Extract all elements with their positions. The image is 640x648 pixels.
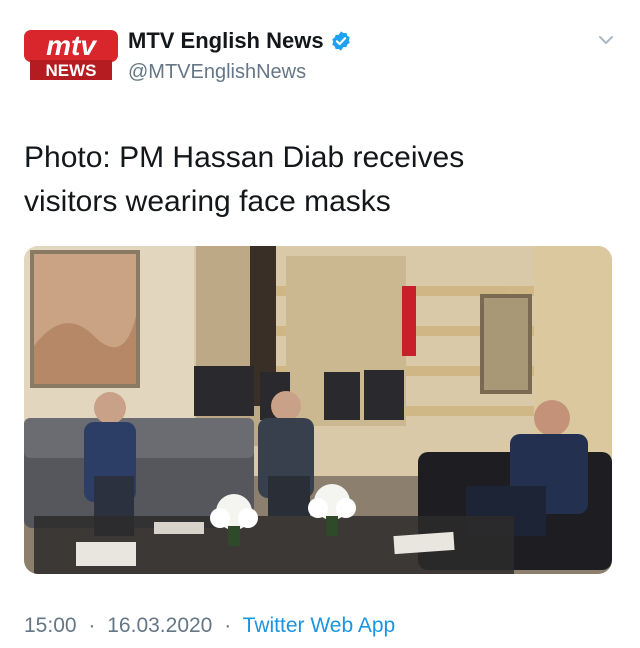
account-avatar[interactable]: mtv NEWS [24, 24, 118, 84]
tweet-meta: 15:00 · 16.03.2020 · Twitter Web App [24, 614, 395, 638]
mtv-news-logo: mtv NEWS [24, 30, 118, 80]
account-handle[interactable]: @MTVEnglishNews [128, 60, 352, 84]
tweet-text-line: visitors wearing face masks [24, 185, 391, 218]
verified-badge-icon [331, 31, 350, 51]
account-display-name[interactable]: MTV English News [128, 28, 324, 54]
tweet-text: Photo: PM Hassan Diab receives visitors … [24, 136, 616, 224]
meta-separator: · [88, 614, 96, 637]
tweet-time[interactable]: 15:00 [24, 614, 77, 637]
tweet-photo[interactable] [24, 246, 612, 574]
meeting-room-photo [24, 246, 612, 574]
tweet-date[interactable]: 16.03.2020 [107, 614, 212, 637]
tweet-source-link[interactable]: Twitter Web App [243, 614, 396, 637]
chevron-down-icon[interactable] [596, 30, 616, 50]
tweet-text-line: Photo: PM Hassan Diab receives [24, 141, 465, 174]
account-info[interactable]: MTV English News @MTVEnglishNews [128, 28, 352, 84]
svg-text:mtv: mtv [46, 30, 97, 61]
tweet-card[interactable]: mtv NEWS MTV English News @MTVEnglishNew… [0, 0, 640, 648]
svg-text:NEWS: NEWS [46, 61, 97, 80]
meta-separator: · [224, 614, 232, 637]
